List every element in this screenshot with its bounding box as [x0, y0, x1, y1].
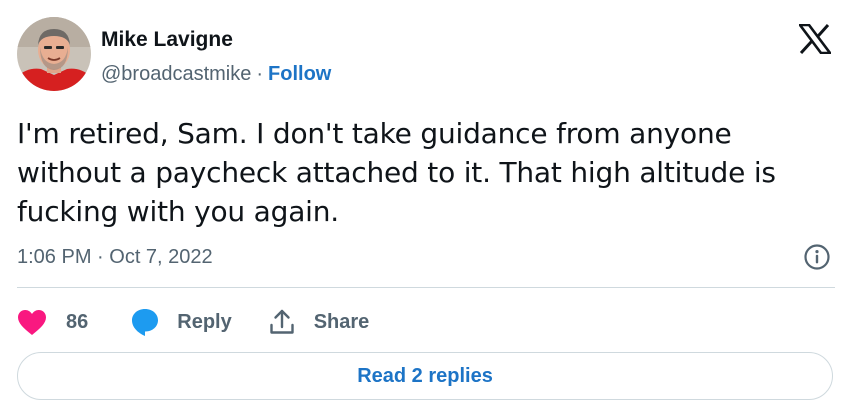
share-button[interactable]: Share [269, 308, 370, 336]
reply-button[interactable]: Reply [130, 307, 232, 337]
avatar[interactable] [17, 17, 91, 91]
avatar-image [17, 17, 91, 91]
tweet-timestamp[interactable]: 1:06 PM · Oct 7, 2022 [17, 245, 213, 269]
follow-button[interactable]: Follow [268, 63, 331, 85]
heart-icon [18, 309, 46, 335]
author-handle[interactable]: @broadcastmike [101, 63, 251, 85]
tweet-text: I'm retired, Sam. I don't take guidance … [17, 117, 776, 228]
separator-dot: · [256, 63, 264, 85]
like-count: 86 [66, 310, 89, 333]
share-label: Share [313, 310, 370, 333]
speech-bubble-icon [132, 309, 159, 336]
author-name[interactable]: Mike Lavigne [101, 27, 233, 53]
read-replies-button[interactable]: Read 2 replies [17, 352, 833, 400]
share-upload-icon [270, 309, 294, 334]
divider [17, 287, 835, 288]
tweet-card: Mike Lavigne @broadcastmike · Follow I'm r… [0, 0, 848, 419]
reply-label: Reply [177, 310, 232, 333]
info-icon[interactable] [803, 243, 831, 271]
author-meta: @broadcastmike · Follow [101, 61, 331, 87]
like-button[interactable]: 86 [17, 309, 88, 336]
x-logo-icon[interactable] [797, 23, 833, 55]
action-bar: 86 Reply Share [17, 305, 369, 339]
